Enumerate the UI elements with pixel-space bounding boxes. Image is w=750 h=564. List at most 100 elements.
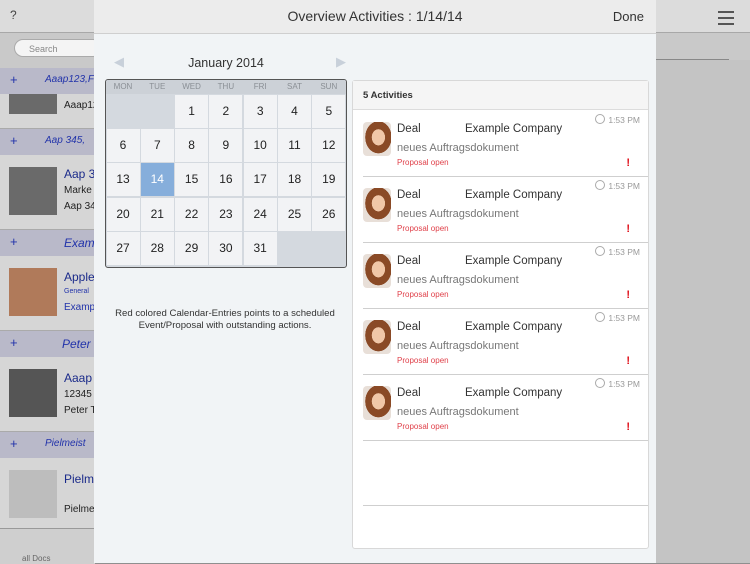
activity-status: Proposal open	[397, 356, 449, 365]
help-icon[interactable]: ?	[10, 8, 17, 22]
list-item[interactable]: Aap 3 Marke Aap 34	[0, 155, 96, 230]
activity-item[interactable]: Deal Example Company neues Auftragsdokumen…	[363, 308, 648, 375]
list-item[interactable]: Aaap 12345 Peter T	[0, 357, 97, 432]
calendar-empty-cell	[278, 232, 311, 266]
time-label: 1:53 PM	[608, 181, 640, 191]
calendar-day[interactable]: 26	[312, 197, 346, 231]
activities-header: 5 Activities	[353, 81, 648, 110]
all-docs-tab[interactable]: all Docs	[22, 554, 50, 563]
section-header[interactable]: + Exam	[0, 230, 95, 257]
calendar-day[interactable]: 22	[175, 197, 209, 231]
overview-activities-modal: Overview Activities : 1/14/14 Done ◀ Jan…	[94, 0, 656, 563]
contact-thumbnail	[9, 94, 57, 114]
menu-icon[interactable]	[718, 11, 734, 25]
list-item[interactable]: Pielm Pielme	[0, 458, 95, 529]
activity-item[interactable]: Deal Example Company neues Auftragsdokumen…	[363, 374, 648, 441]
calendar-day[interactable]: 6	[106, 128, 140, 162]
calendar-day[interactable]: 3	[243, 94, 277, 128]
calendar-day[interactable]: 28	[140, 232, 174, 266]
plus-icon[interactable]: +	[10, 436, 18, 451]
calendar-day[interactable]: 13	[106, 163, 140, 197]
activity-company: Example Company	[465, 255, 563, 267]
calendar-day[interactable]: 24	[243, 197, 277, 231]
calendar-day[interactable]: 25	[278, 197, 311, 231]
modal-header: Overview Activities : 1/14/14 Done	[94, 0, 656, 34]
calendar-day[interactable]: 17	[243, 163, 277, 197]
weekday-label: MON	[113, 82, 133, 91]
section-header[interactable]: + Pielmeist	[0, 432, 95, 459]
calendar-day[interactable]: 18	[278, 163, 311, 197]
avatar	[363, 320, 391, 354]
activity-item[interactable]: Deal Example Company neues Auftragsdokumen…	[363, 176, 648, 243]
time-label: 1:53 PM	[608, 115, 640, 125]
plus-icon[interactable]: +	[10, 335, 18, 350]
avatar	[363, 122, 391, 156]
calendar-day[interactable]: 7	[140, 128, 174, 162]
contact-thumbnail	[9, 167, 57, 215]
calendar-empty-cell	[312, 232, 346, 266]
calendar-day[interactable]: 4	[278, 94, 311, 128]
activity-status: Proposal open	[397, 158, 449, 167]
calendar-grid: MON TUE WED THU FRI SAT SUN 1 2 3 4 5 6 7 8 9 10 11 12 13 1…	[105, 79, 347, 268]
calendar-day[interactable]: 31	[243, 232, 277, 266]
calendar-empty-cell	[106, 94, 140, 128]
calendar-day[interactable]: 16	[209, 163, 243, 197]
calendar-day[interactable]: 27	[106, 232, 140, 266]
calendar-day[interactable]: 14	[140, 163, 174, 197]
alert-icon: !	[626, 355, 630, 367]
alert-icon: !	[626, 223, 630, 235]
calendar-day[interactable]: 2	[209, 94, 243, 128]
calendar-day[interactable]: 12	[312, 128, 346, 162]
calendar-day[interactable]: 5	[312, 94, 346, 128]
list-item[interactable]: Aaap12	[0, 94, 98, 129]
activity-item[interactable]: Deal Example Company neues Auftragsdokumen…	[363, 242, 648, 309]
done-button[interactable]: Done	[613, 0, 644, 33]
activity-description: neues Auftragsdokument	[397, 406, 519, 418]
search-input[interactable]: Search	[14, 39, 102, 57]
plus-icon[interactable]: +	[10, 133, 18, 148]
calendar-day[interactable]: 11	[278, 128, 311, 162]
clock-icon	[595, 114, 606, 124]
calendar-day[interactable]: 30	[209, 232, 243, 266]
calendar-day[interactable]: 10	[243, 128, 277, 162]
alert-icon: !	[626, 157, 630, 169]
plus-icon[interactable]: +	[10, 234, 18, 249]
activity-description: neues Auftragsdokument	[397, 340, 519, 352]
calendar-day[interactable]: 29	[175, 232, 209, 266]
calendar-day[interactable]: 15	[175, 163, 209, 197]
clock-icon	[595, 378, 606, 388]
activity-company: Example Company	[465, 387, 563, 399]
calendar-empty-cell	[140, 94, 174, 128]
avatar	[363, 188, 391, 222]
list-item[interactable]: Apple General Examp	[0, 256, 95, 331]
clock-icon	[595, 246, 606, 256]
time-label: 1:53 PM	[608, 313, 640, 323]
section-header[interactable]: + Aaap123,F	[0, 68, 95, 95]
time-label: 1:53 PM	[608, 379, 640, 389]
calendar-day[interactable]: 9	[209, 128, 243, 162]
weekday-header: MON TUE WED THU FRI SAT SUN	[106, 80, 346, 94]
calendar-day[interactable]: 20	[106, 197, 140, 231]
calendar-day[interactable]: 23	[209, 197, 243, 231]
weekday-label: TUE	[149, 82, 166, 91]
activity-type: Deal	[397, 189, 421, 201]
calendar-day[interactable]: 1	[175, 94, 209, 128]
weekday-label: WED	[182, 82, 201, 91]
arrow-right-icon[interactable]: ▶	[336, 54, 346, 70]
calendar-day[interactable]: 21	[140, 197, 174, 231]
activity-description: neues Auftragsdokument	[397, 142, 519, 154]
plus-icon[interactable]: +	[10, 72, 18, 87]
calendar-day[interactable]: 8	[175, 128, 209, 162]
clock-icon	[595, 312, 606, 322]
activity-description: neues Auftragsdokument	[397, 208, 519, 220]
section-header[interactable]: + Peter	[0, 331, 95, 358]
activity-time: 1:53 PM	[595, 246, 640, 257]
activity-type: Deal	[397, 321, 421, 333]
activity-status: Proposal open	[397, 290, 449, 299]
section-header[interactable]: + Aap 345,	[0, 129, 95, 156]
activity-time: 1:53 PM	[595, 312, 640, 323]
calendar-day[interactable]: 19	[312, 163, 346, 197]
activity-item[interactable]: Deal Example Company neues Auftragsdokumen…	[363, 110, 648, 177]
contact-thumbnail	[9, 268, 57, 316]
activity-type: Deal	[397, 255, 421, 267]
